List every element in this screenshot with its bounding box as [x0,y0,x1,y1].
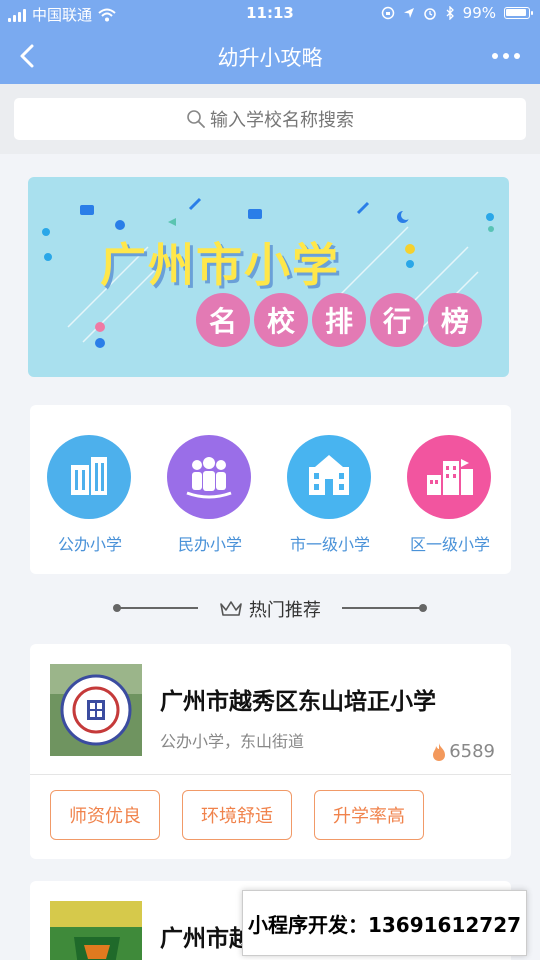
hot-section-title: 热门推荐 [0,596,540,622]
battery-icon [504,7,533,19]
school-logo [50,901,142,960]
banner-title: 广州市小学 [100,238,340,292]
card-divider [30,774,511,775]
location-icon [403,8,414,18]
status-bar: 中国联通 11:13 99% [0,0,540,28]
school-tag: 环境舒适 [182,790,292,840]
page-title: 幼升小攻略 [217,46,323,70]
school-card[interactable]: 广州市越秀区东山培正小学 公办小学，东山街道 6589 师资优良 环境舒适 升学… [30,644,511,859]
people-icon [167,435,251,519]
back-button[interactable] [10,36,50,76]
category-district-level-school[interactable]: 区一级小学 [390,435,510,555]
school-logo [50,664,142,756]
hot-section-header: 热门推荐 [0,590,540,626]
rotation-lock-icon [381,6,394,20]
category-label: 公办小学 [57,535,122,554]
banner-subtitle-char: 校 [254,293,308,347]
banner-subtitle-char: 排 [312,293,366,347]
buildings-icon [47,435,131,519]
bluetooth-icon [446,6,454,20]
category-panel: 公办小学 民办小学 市一级小学 区一级小学 [30,405,511,574]
alarm-icon [423,8,436,20]
banner-subtitle: 名 校 排 行 榜 [196,293,482,347]
school-icon [287,435,371,519]
search-icon [187,110,205,128]
developer-ad[interactable]: 小程序开发：13691612727 [242,890,527,956]
banner-subtitle-char: 行 [370,293,424,347]
school-heat: 6589 [431,741,495,762]
city-icon [407,435,491,519]
banner-subtitle-char: 榜 [428,293,482,347]
search-placeholder: 输入学校名称搜索 [210,110,354,131]
category-label: 市一级小学 [289,535,370,554]
navigation-bar: 幼升小攻略 [0,28,540,84]
banner-subtitle-char: 名 [196,293,250,347]
heat-count: 6589 [449,741,495,762]
hot-section-title-text: 热门推荐 [248,600,321,621]
search-input[interactable]: 输入学校名称搜索 [14,98,526,140]
battery-percent: 99% [462,4,496,22]
chevron-left-icon [20,44,34,68]
category-label: 区一级小学 [409,535,490,554]
school-meta: 公办小学，东山街道 [160,732,305,751]
crown-icon [220,601,242,616]
category-city-level-school[interactable]: 市一级小学 [270,435,390,555]
ranking-banner[interactable]: 广州市小学 名 校 排 行 榜 [28,177,509,377]
more-dots-icon [492,53,498,59]
school-name: 广州市越秀区东山培正小学 [160,689,436,715]
school-tag: 升学率高 [314,790,424,840]
top-bar: 中国联通 11:13 99% 幼升小攻略 [0,0,540,84]
search-area: 输入学校名称搜索 [0,84,540,154]
category-public-school[interactable]: 公办小学 [30,435,150,555]
category-label: 民办小学 [177,535,242,554]
school-tag: 师资优良 [50,790,160,840]
fire-icon [433,742,446,761]
category-private-school[interactable]: 民办小学 [150,435,270,555]
more-button[interactable] [486,40,526,72]
